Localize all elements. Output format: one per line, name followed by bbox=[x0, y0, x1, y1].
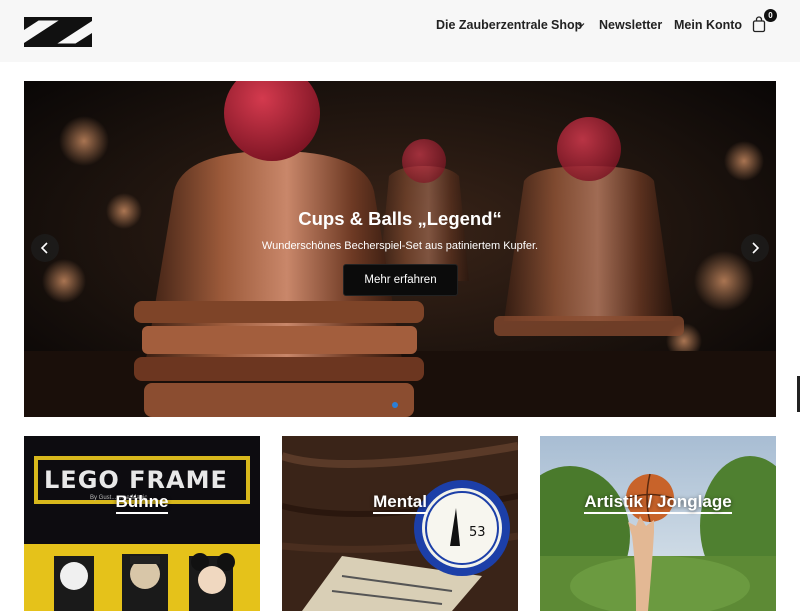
mental-image: 53 bbox=[282, 436, 518, 611]
hero-cta-button[interactable]: Mehr erfahren bbox=[343, 264, 458, 296]
artistik-image bbox=[540, 436, 776, 611]
nav-newsletter[interactable]: Newsletter bbox=[599, 18, 662, 32]
nav-mein-konto[interactable]: Mein Konto bbox=[674, 18, 742, 32]
hero-title: Cups & Balls „Legend“ bbox=[298, 208, 502, 229]
lego-frame-text: LEGO FRAME bbox=[44, 466, 228, 494]
tile-label-buehne: Bühne bbox=[24, 492, 260, 514]
nav-die-zauberzentrale[interactable]: Die Zauberzentrale bbox=[436, 18, 548, 32]
category-tile-artistik-jonglage[interactable]: Artistik / Jonglage bbox=[540, 436, 776, 611]
hero-slider: Cups & Balls „Legend“ Wunderschönes Bech… bbox=[24, 81, 776, 417]
category-tile-buehne[interactable]: LEGO FRAME By Gust... ...ee Magic Bühne bbox=[24, 436, 260, 611]
chevron-left-icon bbox=[40, 242, 48, 254]
slider-dot-active[interactable] bbox=[392, 402, 398, 408]
buehne-image bbox=[24, 436, 260, 611]
svg-text:53: 53 bbox=[469, 525, 486, 540]
tile-label-artistik-jonglage: Artistik / Jonglage bbox=[540, 492, 776, 514]
chevron-right-icon bbox=[752, 242, 760, 254]
tile-label-mental: Mental bbox=[282, 492, 518, 514]
site-logo[interactable] bbox=[24, 17, 92, 47]
cart-count-badge: 0 bbox=[764, 9, 777, 22]
slider-prev-button[interactable] bbox=[31, 234, 59, 262]
slider-next-button[interactable] bbox=[741, 234, 769, 262]
category-tile-mental[interactable]: 53 Mental bbox=[282, 436, 518, 611]
site-header: Die Zauberzentrale Shop Newsletter Mein … bbox=[0, 0, 800, 62]
chevron-down-icon[interactable] bbox=[577, 21, 585, 29]
hero-subtitle: Wunderschönes Becherspiel-Set aus patini… bbox=[261, 240, 539, 252]
